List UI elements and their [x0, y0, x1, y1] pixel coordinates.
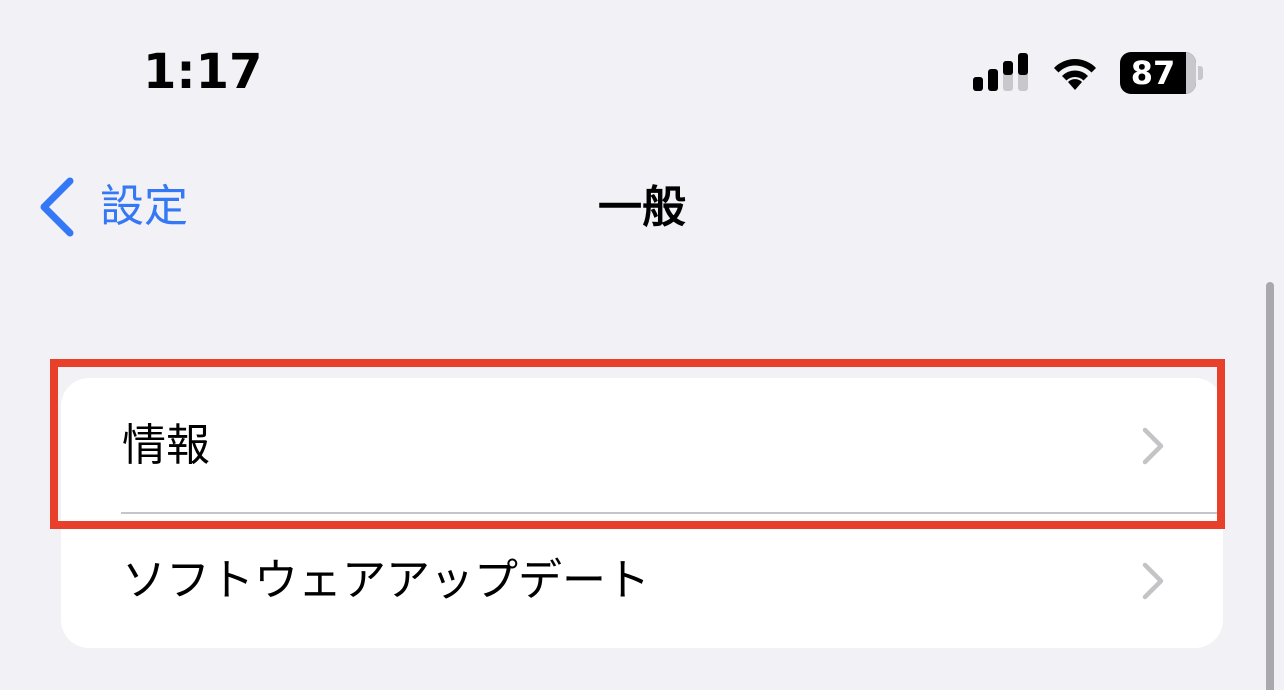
list-item-about[interactable]: 情報 [61, 378, 1223, 514]
page-title: 一般 [598, 182, 686, 233]
chevron-right-icon [1142, 562, 1164, 600]
list-item-software-update[interactable]: ソフトウェアアップデート [61, 513, 1223, 648]
cellular-signal-icon [973, 53, 1028, 91]
list-item-label: 情報 [122, 420, 210, 471]
battery-level: 87 [1130, 54, 1176, 92]
battery-body: 87 [1120, 52, 1196, 94]
list-item-label: ソフトウェアアップデート [122, 555, 650, 606]
status-time: 1:17 [143, 44, 263, 100]
wifi-icon [1054, 59, 1096, 90]
battery-indicator: 87 [1120, 52, 1204, 94]
settings-list-group: 情報 ソフトウェアアップデート [61, 378, 1223, 648]
chevron-right-icon [1142, 427, 1164, 465]
settings-general-screen: 1:17 87 設定 一般 情報 ソフトウェアアップデート [0, 0, 1284, 690]
battery-tip [1198, 66, 1203, 80]
scroll-indicator[interactable] [1266, 282, 1274, 690]
